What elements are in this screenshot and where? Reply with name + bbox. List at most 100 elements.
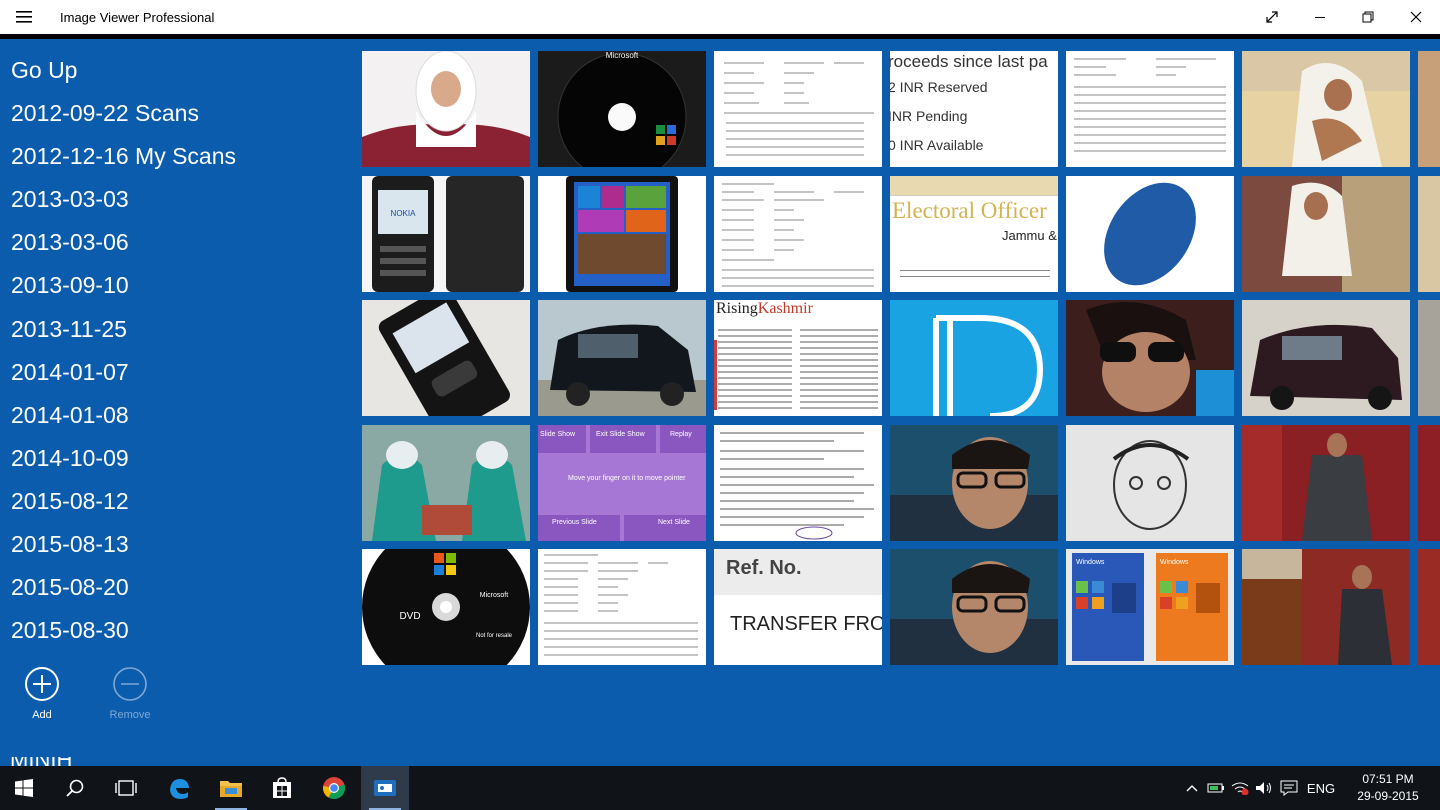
network-warning-icon <box>1231 782 1249 795</box>
thumbnail-newspaper[interactable]: RisingKashmir <box>714 300 882 416</box>
thumbnail-text-snippet[interactable]: roceeds since last pa 2 INR Reserved INR… <box>890 51 1058 167</box>
clock-date: 29-09-2015 <box>1357 789 1419 803</box>
thumbnail-nokia-phones[interactable]: NOKIA <box>362 176 530 292</box>
folder-item[interactable]: 2015-08-13 <box>0 523 350 566</box>
thumbnail-red-car[interactable] <box>1242 300 1410 416</box>
thumbnail-partial[interactable] <box>1418 51 1440 167</box>
thumbnail-boy-red-wall[interactable] <box>1242 425 1410 541</box>
chrome-icon <box>323 777 346 800</box>
battery-charging-icon <box>1207 783 1224 793</box>
language-indicator[interactable]: ENG <box>1304 766 1338 810</box>
thumbnail-lumia-phone[interactable] <box>538 176 706 292</box>
thumbnail-pencil-sketch[interactable] <box>1066 425 1234 541</box>
image-viewer-taskbar-button[interactable] <box>361 766 409 810</box>
thumbnail-black-car[interactable] <box>538 300 706 416</box>
thumbnail-windows-cd[interactable]: Microsoft <box>538 51 706 167</box>
taskbar: ENG 07:51 PM 29-09-2015 <box>0 766 1440 810</box>
folder-item[interactable]: 2013-03-03 <box>0 178 350 221</box>
task-view-button[interactable] <box>102 766 150 810</box>
volume-button[interactable] <box>1252 766 1276 810</box>
thumbnail-document-table[interactable] <box>714 51 882 167</box>
thumbnail-handwritten-letter[interactable] <box>714 425 882 541</box>
folder-list: Go Up 2012-09-22 Scans 2012-12-16 My Sca… <box>0 39 350 652</box>
battery-button[interactable] <box>1204 766 1228 810</box>
thumbnail-girl-carpet[interactable] <box>1242 176 1410 292</box>
folder-item[interactable]: 2013-09-10 <box>0 264 350 307</box>
thumbnail-ref-letter[interactable]: Ref. No. TRANSFER FRO <box>714 549 882 665</box>
search-button[interactable] <box>51 766 99 810</box>
hamburger-menu-button[interactable] <box>0 0 48 34</box>
thumbnail-partial[interactable] <box>1418 300 1440 416</box>
thumbnail-d-logo[interactable] <box>890 300 1058 416</box>
folder-item-go-up[interactable]: Go Up <box>0 49 350 92</box>
thumbnail-surgery[interactable] <box>362 425 530 541</box>
thumbnail-slideshow-app[interactable]: Slide Show Exit Slide Show Replay Move y… <box>538 425 706 541</box>
folder-item[interactable]: 2015-08-20 <box>0 566 350 609</box>
folder-item[interactable]: 2014-01-07 <box>0 351 350 394</box>
action-center-button[interactable] <box>1276 766 1302 810</box>
thumbnail-girl-book[interactable] <box>1242 51 1410 167</box>
chevron-up-icon <box>1186 785 1198 792</box>
thumbnail-selfie-sunglasses[interactable] <box>1066 300 1234 416</box>
restore-button[interactable] <box>1344 0 1392 34</box>
show-hidden-icons-button[interactable] <box>1180 766 1204 810</box>
remove-label: Remove <box>109 709 151 721</box>
task-view-icon <box>115 780 137 796</box>
minimize-icon <box>1315 17 1325 18</box>
window-controls <box>1248 0 1440 34</box>
thumbnail-boy-glasses-2[interactable] <box>890 549 1058 665</box>
start-button[interactable] <box>0 766 48 810</box>
thumbnail-partial[interactable] <box>1418 425 1440 541</box>
folder-item[interactable]: 2013-03-06 <box>0 221 350 264</box>
folder-item[interactable]: 2015-08-12 <box>0 480 350 523</box>
folder-item[interactable]: 2014-10-09 <box>0 437 350 480</box>
clock[interactable]: 07:51 PM 29-09-2015 <box>1352 771 1424 805</box>
folder-item[interactable]: 2014-01-08 <box>0 394 350 437</box>
exit-slide-show-button: Exit Slide Show <box>590 425 656 453</box>
remove-folder-button[interactable]: Remove <box>90 666 170 721</box>
image-viewer-icon <box>374 780 396 796</box>
thumbnail-girl-portrait[interactable] <box>362 51 530 167</box>
dvd-resale-text: Not for resale <box>476 633 513 639</box>
replay-button: Replay <box>660 425 706 453</box>
previous-slide-button: Previous Slide <box>538 515 620 541</box>
file-explorer-button[interactable] <box>207 766 255 810</box>
thumbnail-document-statement[interactable] <box>1066 51 1234 167</box>
store-button[interactable] <box>258 766 306 810</box>
newspaper-title-part: Rising <box>716 300 758 317</box>
thumbnail-nokia-phone[interactable] <box>362 300 530 416</box>
network-button[interactable] <box>1228 766 1252 810</box>
dvd-brand-text: Microsoft <box>480 592 508 599</box>
folder-item[interactable]: 2012-09-22 Scans <box>0 92 350 135</box>
folder-item[interactable]: 2012-12-16 My Scans <box>0 135 350 178</box>
transfer-label: TRANSFER FRO <box>730 613 882 635</box>
folder-icon <box>220 781 242 797</box>
thumbnail-electoral-website[interactable]: Electoral Officer Jammu & <box>890 176 1058 292</box>
close-button[interactable] <box>1392 0 1440 34</box>
snippet-line: 0 INR Available <box>890 137 984 153</box>
edge-icon <box>170 779 189 799</box>
cd-brand-text: Microsoft <box>606 51 639 60</box>
thumbnail-grid: Microsoft roceeds since last pa 2 INR Re… <box>362 51 1440 671</box>
add-folder-button[interactable]: Add <box>2 666 82 721</box>
thumbnail-boy-staircase[interactable] <box>1242 549 1410 665</box>
minimize-button[interactable] <box>1296 0 1344 34</box>
thumbnail-blue-oval[interactable] <box>1066 176 1234 292</box>
edge-browser-button[interactable] <box>155 766 203 810</box>
fullscreen-button[interactable] <box>1248 0 1296 34</box>
thumbnail-partial[interactable] <box>1418 549 1440 665</box>
store-card-title: Windows <box>1160 559 1189 566</box>
thumbnail-windows-store-cards[interactable]: Windows Windows <box>1066 549 1234 665</box>
thumbnail-partial[interactable] <box>1418 176 1440 292</box>
pointer-hint: Move your finger on it to move pointer <box>568 475 686 482</box>
chrome-button[interactable] <box>310 766 358 810</box>
thumbnail-windows-dvd[interactable]: Microsoft DVD Not for resale <box>362 549 530 665</box>
folder-item[interactable]: 2015-08-30 <box>0 609 350 652</box>
thumbnail-statement-2[interactable] <box>538 549 706 665</box>
system-tray: ENG 07:51 PM 29-09-2015 <box>1180 766 1440 810</box>
folder-item[interactable]: 2013-11-25 <box>0 308 350 351</box>
phone-brand-text: NOKIA <box>391 209 417 218</box>
thumbnail-boy-glasses[interactable] <box>890 425 1058 541</box>
thumbnail-account-statement[interactable] <box>714 176 882 292</box>
next-slide-button: Next Slide <box>624 515 706 541</box>
